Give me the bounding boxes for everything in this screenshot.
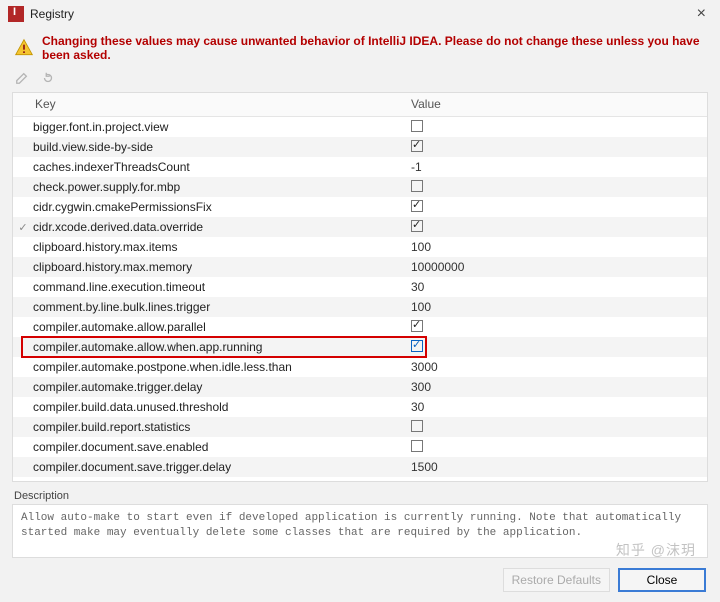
warning-icon bbox=[14, 38, 34, 58]
table-row[interactable]: clipboard.history.max.memory10000000 bbox=[13, 257, 707, 277]
table-row[interactable]: compiler.document.save.enabled bbox=[13, 437, 707, 457]
row-key: compiler.automake.postpone.when.idle.les… bbox=[33, 360, 403, 374]
restore-defaults-button[interactable]: Restore Defaults bbox=[503, 568, 610, 592]
registry-table: Key Value bigger.font.in.project.view bui… bbox=[12, 92, 708, 482]
checkbox[interactable] bbox=[411, 320, 423, 332]
row-key: compiler.document.save.trigger.delay bbox=[33, 460, 403, 474]
row-value[interactable] bbox=[403, 220, 707, 235]
column-header-key[interactable]: Key bbox=[13, 93, 403, 116]
table-row[interactable]: caches.indexerThreadsCount-1 bbox=[13, 157, 707, 177]
table-row[interactable]: bigger.font.in.project.view bbox=[13, 117, 707, 137]
row-value[interactable]: 30 bbox=[403, 400, 707, 414]
table-row[interactable]: compiler.automake.allow.parallel bbox=[13, 317, 707, 337]
row-key: compiler.automake.trigger.delay bbox=[33, 380, 403, 394]
table-row[interactable]: compiler.build.data.unused.threshold30 bbox=[13, 397, 707, 417]
row-value[interactable] bbox=[403, 420, 707, 435]
row-value[interactable] bbox=[403, 200, 707, 215]
checkbox[interactable] bbox=[411, 140, 423, 152]
row-value[interactable] bbox=[403, 440, 707, 455]
table-row[interactable]: command.line.execution.timeout30 bbox=[13, 277, 707, 297]
row-value[interactable]: 3000 bbox=[403, 360, 707, 374]
table-body: bigger.font.in.project.view build.view.si… bbox=[13, 117, 707, 481]
table-header: Key Value bbox=[13, 93, 707, 117]
warning-text: Changing these values may cause unwanted… bbox=[42, 34, 706, 62]
row-key: compiler.automake.allow.when.app.running bbox=[33, 340, 403, 354]
description-label: Description bbox=[14, 490, 706, 502]
row-value[interactable] bbox=[403, 340, 707, 355]
row-value[interactable]: -1 bbox=[403, 160, 707, 174]
table-row[interactable]: compiler.external.javac.keep.alive.timeo… bbox=[13, 477, 707, 481]
table-row[interactable]: compiler.document.save.trigger.delay1500 bbox=[13, 457, 707, 477]
table-row[interactable]: compiler.automake.postpone.when.idle.les… bbox=[13, 357, 707, 377]
modified-indicator: ✓ bbox=[13, 221, 33, 234]
row-key: compiler.document.save.enabled bbox=[33, 440, 403, 454]
table-row[interactable]: check.power.supply.for.mbp bbox=[13, 177, 707, 197]
checkbox[interactable] bbox=[411, 200, 423, 212]
table-row[interactable]: compiler.automake.allow.when.app.running bbox=[13, 337, 707, 357]
row-key: compiler.build.report.statistics bbox=[33, 420, 403, 434]
row-value[interactable]: 100 bbox=[403, 300, 707, 314]
warning-banner: Changing these values may cause unwanted… bbox=[0, 28, 720, 66]
row-key: build.view.side-by-side bbox=[33, 140, 403, 154]
row-value[interactable] bbox=[403, 120, 707, 135]
row-value[interactable]: 300000 bbox=[403, 480, 707, 481]
row-key: compiler.build.data.unused.threshold bbox=[33, 400, 403, 414]
row-value[interactable] bbox=[403, 320, 707, 335]
toolbar bbox=[0, 66, 720, 92]
column-header-value[interactable]: Value bbox=[403, 93, 707, 116]
titlebar: Registry × bbox=[0, 0, 720, 28]
checkbox[interactable] bbox=[411, 220, 423, 232]
window-close-button[interactable]: × bbox=[691, 4, 712, 24]
edit-icon[interactable] bbox=[14, 70, 30, 86]
row-value[interactable]: 300 bbox=[403, 380, 707, 394]
row-key: clipboard.history.max.memory bbox=[33, 260, 403, 274]
revert-icon[interactable] bbox=[40, 70, 56, 86]
table-row[interactable]: cidr.cygwin.cmakePermissionsFix bbox=[13, 197, 707, 217]
row-key: bigger.font.in.project.view bbox=[33, 120, 403, 134]
row-key: compiler.automake.allow.parallel bbox=[33, 320, 403, 334]
checkbox[interactable] bbox=[411, 180, 423, 192]
dialog-footer: Restore Defaults Close bbox=[0, 558, 720, 602]
checkbox[interactable] bbox=[411, 340, 423, 352]
row-key: caches.indexerThreadsCount bbox=[33, 160, 403, 174]
close-button[interactable]: Close bbox=[618, 568, 706, 592]
row-value[interactable] bbox=[403, 140, 707, 155]
row-value[interactable]: 30 bbox=[403, 280, 707, 294]
row-value[interactable]: 100 bbox=[403, 240, 707, 254]
table-row[interactable]: comment.by.line.bulk.lines.trigger100 bbox=[13, 297, 707, 317]
row-key: cidr.xcode.derived.data.override bbox=[33, 220, 403, 234]
table-row[interactable]: build.view.side-by-side bbox=[13, 137, 707, 157]
row-key: check.power.supply.for.mbp bbox=[33, 180, 403, 194]
checkbox[interactable] bbox=[411, 440, 423, 452]
table-row[interactable]: compiler.build.report.statistics bbox=[13, 417, 707, 437]
table-row[interactable]: clipboard.history.max.items100 bbox=[13, 237, 707, 257]
row-key: command.line.execution.timeout bbox=[33, 280, 403, 294]
description-text: Allow auto-make to start even if develop… bbox=[12, 504, 708, 558]
row-key: clipboard.history.max.items bbox=[33, 240, 403, 254]
row-value[interactable] bbox=[403, 180, 707, 195]
row-value[interactable]: 1500 bbox=[403, 460, 707, 474]
table-row[interactable]: ✓cidr.xcode.derived.data.override bbox=[13, 217, 707, 237]
window-title: Registry bbox=[30, 7, 74, 21]
row-key: cidr.cygwin.cmakePermissionsFix bbox=[33, 200, 403, 214]
checkbox[interactable] bbox=[411, 120, 423, 132]
row-value[interactable]: 10000000 bbox=[403, 260, 707, 274]
app-icon bbox=[8, 6, 24, 22]
row-key: compiler.external.javac.keep.alive.timeo… bbox=[33, 480, 403, 481]
row-key: comment.by.line.bulk.lines.trigger bbox=[33, 300, 403, 314]
table-row[interactable]: compiler.automake.trigger.delay300 bbox=[13, 377, 707, 397]
checkbox[interactable] bbox=[411, 420, 423, 432]
